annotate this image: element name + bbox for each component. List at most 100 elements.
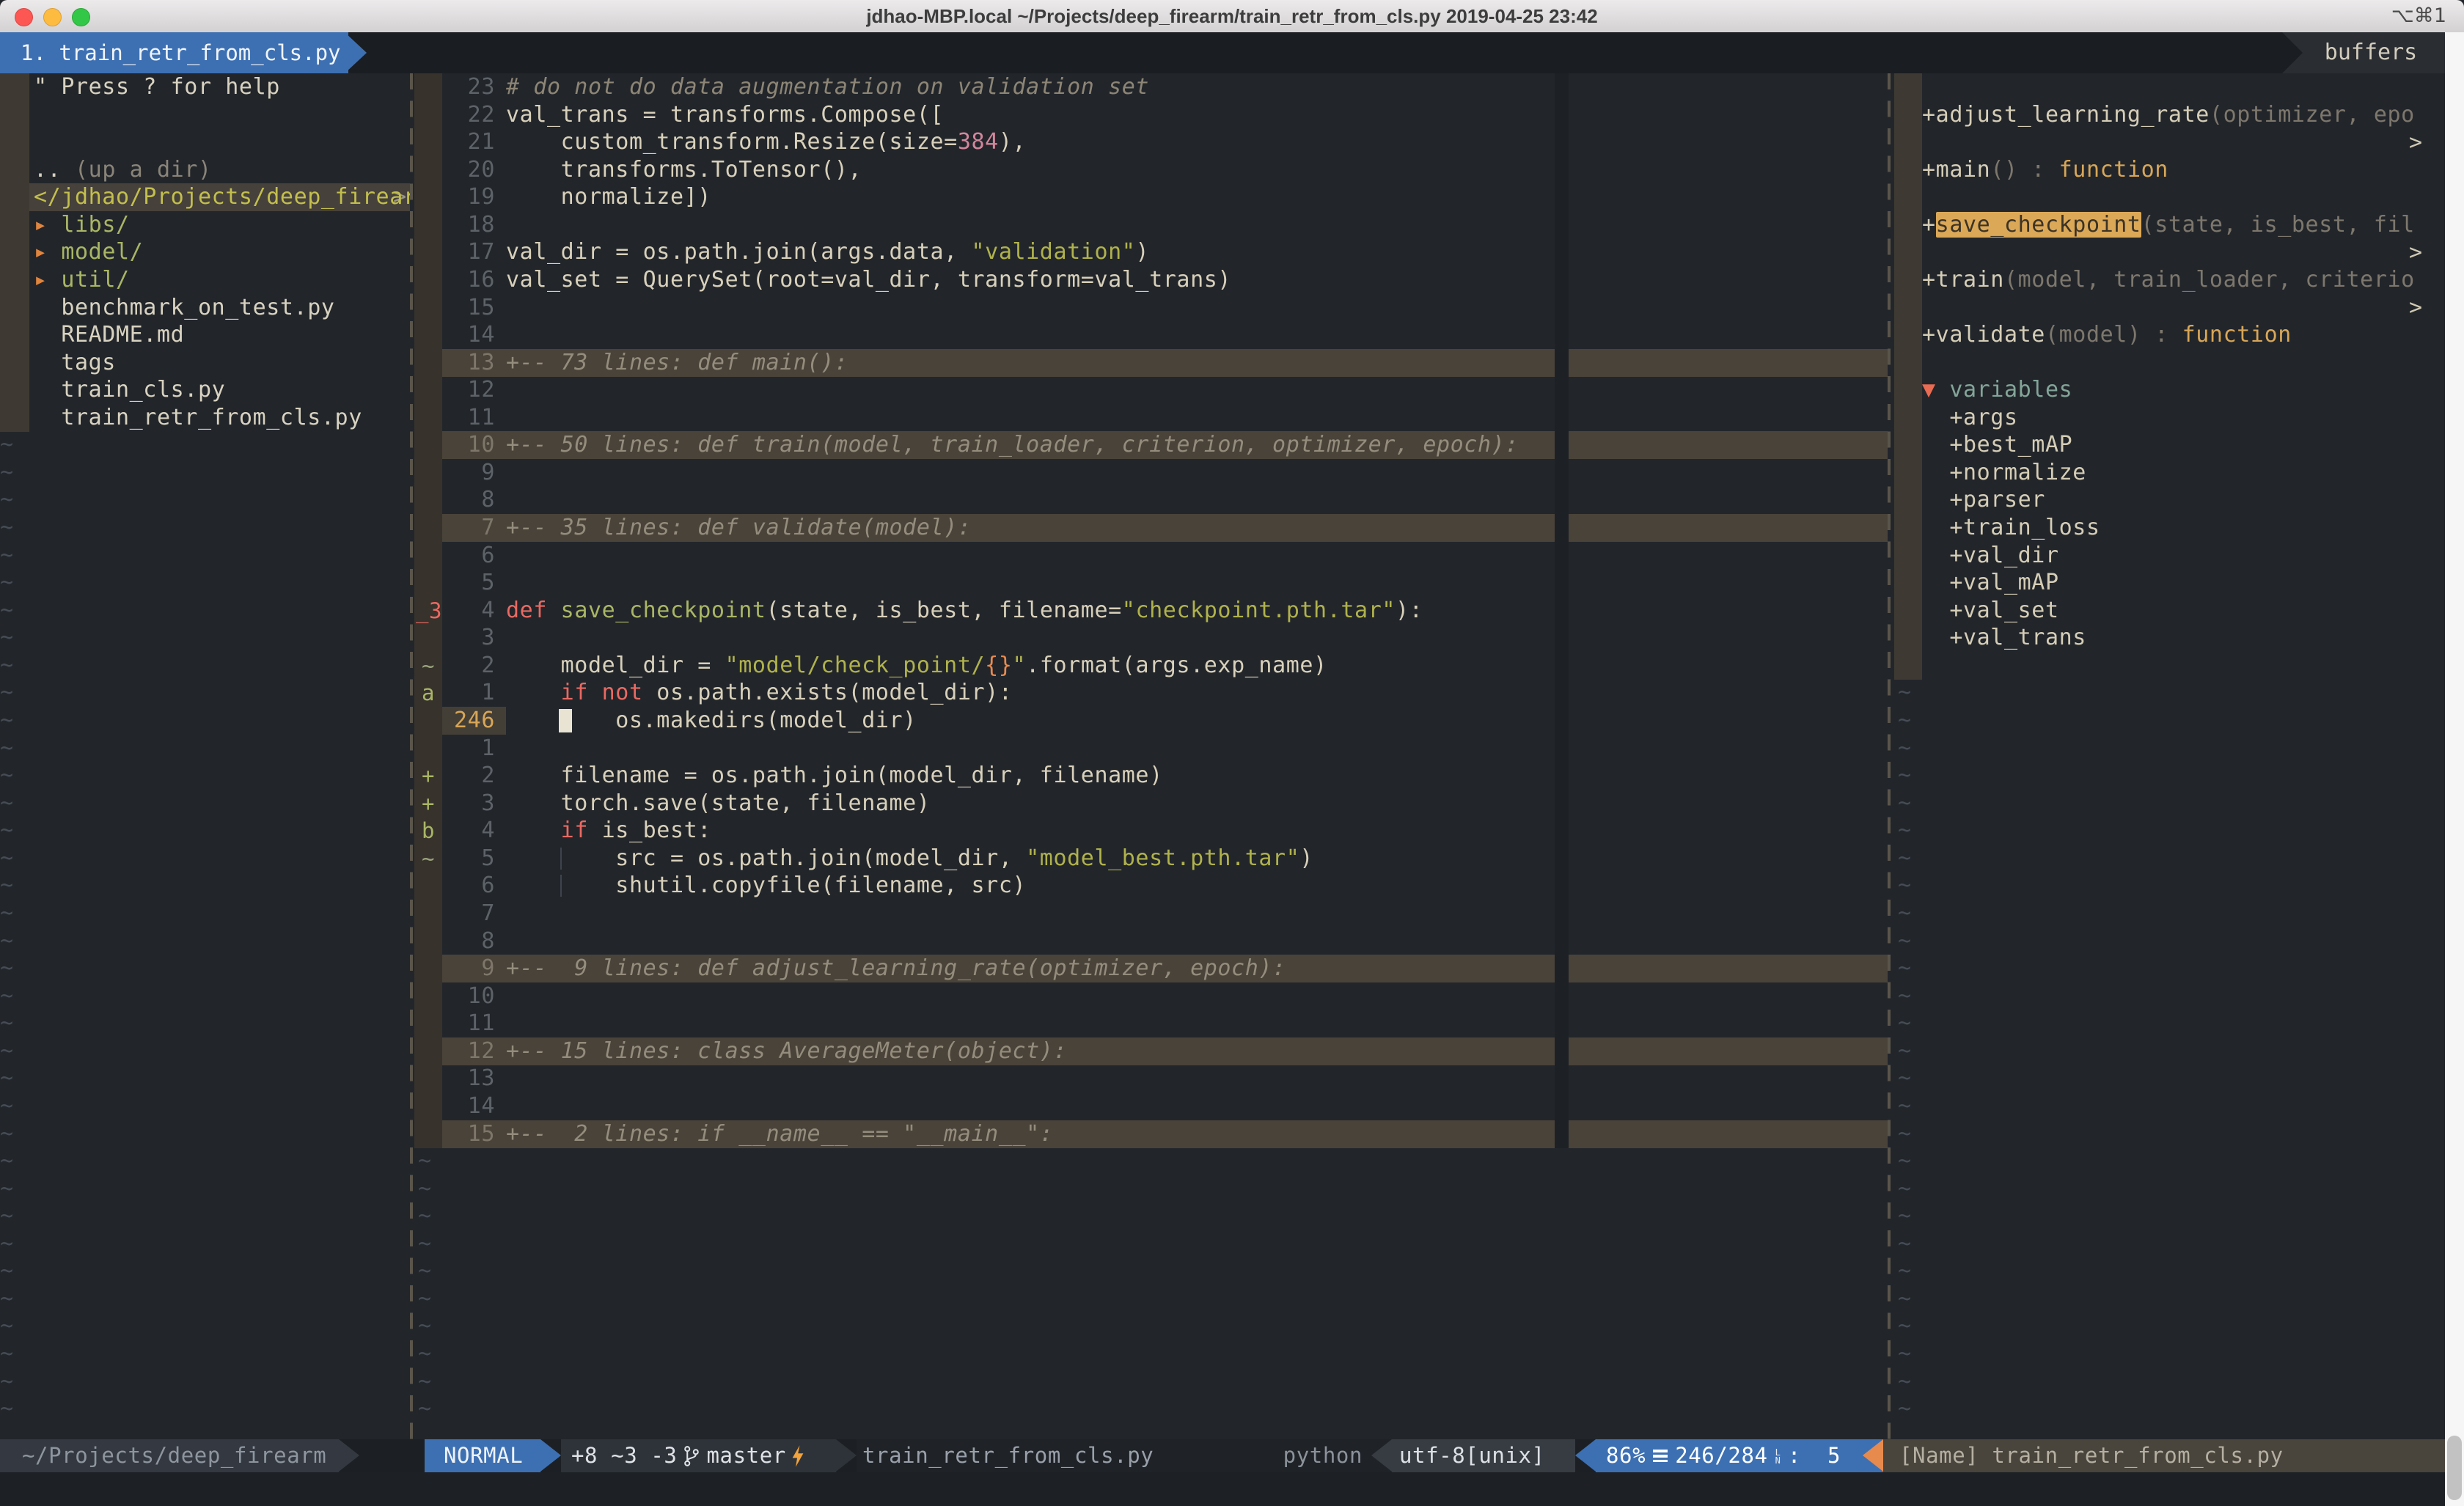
code-line[interactable]: 11 — [414, 404, 1888, 432]
tag-item[interactable]: +val_dir — [1892, 542, 2445, 570]
tree-item[interactable]: README.md — [0, 321, 410, 349]
code-line[interactable]: 21 custom_transform.Resize(size=384), — [414, 128, 1888, 156]
code-line[interactable]: +3 torch.save(state, filename) — [414, 790, 1888, 818]
text-segment — [506, 680, 561, 705]
empty-line-tilde: ~ — [0, 1037, 410, 1065]
code-line[interactable]: 14 — [414, 1092, 1888, 1120]
buffers-label[interactable]: buffers — [2282, 32, 2445, 73]
code-line[interactable]: 12+-- 15 lines: class AverageMeter(objec… — [414, 1037, 1888, 1065]
empty-line-tilde: ~ — [0, 652, 410, 680]
tagbar-panel[interactable]: +adjust_learning_rate(optimizer, epo> +ma… — [1892, 73, 2445, 1439]
text-segment: +parser — [1922, 487, 2045, 513]
code-line[interactable]: 23# do not do data augmentation on valid… — [414, 73, 1888, 101]
text-segment: variables — [1949, 377, 2072, 403]
tag-item[interactable]: +val_mAP — [1892, 569, 2445, 597]
code-text: +-- 9 lines: def adjust_learning_rate(op… — [506, 955, 1286, 982]
tag-item[interactable]: +validate(model) : function — [1892, 321, 2445, 349]
split-separator-left[interactable] — [410, 73, 413, 1439]
code-line[interactable]: 16val_set = QuerySet(root=val_dir, trans… — [414, 266, 1888, 294]
text-segment: function — [2059, 157, 2168, 183]
scrollbar-thumb[interactable] — [2447, 1436, 2462, 1500]
tree-root[interactable]: ></jdhao/Projects/deep_firear — [0, 183, 410, 211]
empty-line-tilde: ~ — [1898, 845, 2445, 873]
code-line[interactable]: _34def save_checkpoint(state, is_best, f… — [414, 597, 1888, 625]
code-line[interactable]: 10 — [414, 982, 1888, 1010]
code-line[interactable]: 18 — [414, 211, 1888, 239]
tree-item[interactable]: ▸ libs/ — [0, 211, 410, 239]
empty-line-tilde: ~ — [0, 1202, 410, 1230]
code-line[interactable]: 22val_trans = transforms.Compose([ — [414, 101, 1888, 129]
code-line[interactable]: 9+-- 9 lines: def adjust_learning_rate(o… — [414, 955, 1888, 982]
code-line[interactable]: b4 if is_best: — [414, 817, 1888, 845]
line-number: 3 — [442, 790, 495, 818]
tree-item[interactable]: train_retr_from_cls.py — [0, 404, 410, 432]
code-line[interactable]: 10+-- 50 lines: def train(model, train_l… — [414, 431, 1888, 459]
code-line[interactable]: 246 os.makedirs(model_dir) — [414, 707, 1888, 735]
tag-item[interactable]: +train_loss — [1892, 514, 2445, 542]
code-line[interactable]: 7+-- 35 lines: def validate(model): — [414, 514, 1888, 542]
code-line[interactable]: 6 — [414, 542, 1888, 570]
tag-item[interactable]: ▼ variables — [1892, 376, 2445, 404]
editor-panel[interactable]: 23# do not do data augmentation on valid… — [414, 73, 1888, 1439]
tag-item[interactable]: +main() : function — [1892, 156, 2445, 184]
code-line[interactable]: +2 filename = os.path.join(model_dir, fi… — [414, 762, 1888, 790]
tag-item[interactable]: +args — [1892, 404, 2445, 432]
code-line[interactable]: 1 — [414, 735, 1888, 763]
empty-line-tilde: ~ — [1898, 1065, 2445, 1092]
tab-active[interactable]: 1. train_retr_from_cls.py — [0, 32, 348, 73]
code-line[interactable]: 11 — [414, 1010, 1888, 1037]
code-line[interactable]: 13+-- 73 lines: def main(): — [414, 349, 1888, 377]
code-line[interactable]: a1 if not os.path.exists(model_dir): — [414, 679, 1888, 707]
code-line[interactable]: 7 — [414, 900, 1888, 928]
split-separator-right[interactable] — [1888, 73, 1891, 1439]
code-line[interactable]: 20 transforms.ToTensor(), — [414, 156, 1888, 184]
text-segment: val_dir = os.path.join(args.data, — [506, 239, 972, 265]
tag-item[interactable]: +save_checkpoint(state, is_best, fil> — [1892, 211, 2445, 239]
code-line[interactable]: 3 — [414, 624, 1888, 652]
tree-item[interactable]: benchmark_on_test.py — [0, 294, 410, 322]
tag-item[interactable]: +val_set — [1892, 597, 2445, 625]
tree-item[interactable]: ▸ model/ — [0, 238, 410, 266]
nerdtree-panel[interactable]: " Press ? for help .. (up a dir)></jdhao/… — [0, 73, 410, 1439]
code-line[interactable]: 9 — [414, 459, 1888, 487]
tag-item[interactable]: +adjust_learning_rate(optimizer, epo> — [1892, 101, 2445, 129]
line-number: 4 — [442, 817, 495, 845]
code-line[interactable]: ~5 src = os.path.join(model_dir, "model_… — [414, 845, 1888, 873]
empty-line-tilde: ~ — [1898, 735, 2445, 763]
scrollbar-track[interactable] — [2445, 32, 2464, 1506]
text-segment: "model/check_point/ — [725, 653, 986, 678]
line-number: 20 — [442, 156, 495, 184]
code-line[interactable]: 8 — [414, 486, 1888, 514]
code-line[interactable]: 13 — [414, 1065, 1888, 1092]
code-line[interactable]: 17val_dir = os.path.join(args.data, "val… — [414, 238, 1888, 266]
code-line[interactable]: 8 — [414, 928, 1888, 955]
text-segment: +-- 9 lines: def adjust_learning_rate(op… — [506, 955, 1286, 981]
text-segment: (optimizer, epo — [2210, 102, 2415, 128]
tree-item[interactable]: train_cls.py — [0, 376, 410, 404]
tag-item[interactable]: +parser — [1892, 486, 2445, 514]
statusline-encoding: utf-8[unix] — [1392, 1439, 1575, 1472]
cursor-block[interactable] — [559, 709, 572, 732]
tag-item[interactable]: +train(model, train_loader, criterio> — [1892, 266, 2445, 294]
empty-line-tilde: ~ — [1898, 817, 2445, 845]
tree-item[interactable]: " Press ? for help — [0, 73, 410, 101]
code-line[interactable]: 19 normalize]) — [414, 183, 1888, 211]
empty-line-tilde: ~ — [0, 735, 410, 763]
tag-item[interactable]: +val_trans — [1892, 624, 2445, 652]
code-line[interactable]: 14 — [414, 321, 1888, 349]
tag-item[interactable]: +best_mAP — [1892, 431, 2445, 459]
indent-guide — [560, 848, 562, 870]
tree-item[interactable]: ▸ util/ — [0, 266, 410, 294]
empty-line-tilde: ~ — [1898, 1230, 2445, 1258]
powerline-arrow — [1575, 1439, 1596, 1472]
tree-item[interactable]: tags — [0, 349, 410, 377]
code-line[interactable]: ~2 model_dir = "model/check_point/{}".fo… — [414, 652, 1888, 680]
code-line[interactable]: 6 shutil.copyfile(filename, src) — [414, 872, 1888, 900]
tree-item[interactable]: .. (up a dir) — [0, 156, 410, 184]
code-line[interactable]: 12 — [414, 376, 1888, 404]
tag-item[interactable]: +normalize — [1892, 459, 2445, 487]
command-line[interactable] — [0, 1472, 2464, 1506]
code-line[interactable]: 15+-- 2 lines: if __name__ == "__main__"… — [414, 1120, 1888, 1148]
code-line[interactable]: 5 — [414, 569, 1888, 597]
code-line[interactable]: 15 — [414, 294, 1888, 322]
